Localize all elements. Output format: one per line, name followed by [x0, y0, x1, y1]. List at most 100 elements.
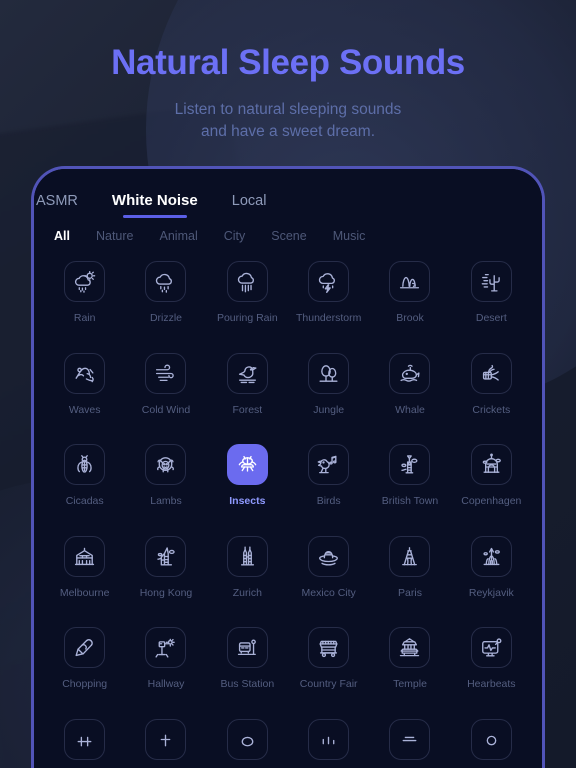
category-chip-scene[interactable]: Scene — [271, 229, 306, 243]
category-chip-animal[interactable]: Animal — [160, 229, 198, 243]
page-subtitle-line-2: and have a sweet dream. — [200, 123, 376, 141]
sound-tile-cold-wind[interactable]: Cold Wind — [125, 352, 206, 417]
sound-tile-hallway[interactable]: Hallway — [125, 627, 206, 691]
sound-tile-forest[interactable]: Forest — [207, 352, 288, 417]
sound-tile-drizzle[interactable]: Drizzle — [125, 261, 206, 325]
sound-tile-label: Country Fair — [299, 678, 358, 691]
sound-tile-label: Zurich — [232, 586, 262, 599]
sound-tile-british-town[interactable]: British Town — [369, 444, 450, 508]
cicada-icon — [64, 444, 106, 486]
app-screen: ASMR White Noise Local All Nature Animal City… — [34, 169, 542, 768]
sound-tile-rain[interactable]: Rain — [44, 261, 125, 325]
sound-tile-label: Insects — [229, 495, 266, 508]
melbourne-building-icon — [64, 535, 106, 577]
sound-tile-partial-32[interactable] — [125, 718, 206, 768]
sound-tile-waves[interactable]: Waves — [44, 352, 125, 417]
tab-asmr[interactable]: ASMR — [36, 193, 78, 215]
sound-tile-hong-kong[interactable]: Hong Kong — [125, 535, 206, 600]
sound-tile-label: Mexico City — [301, 586, 356, 599]
bus-station-icon — [226, 627, 268, 669]
sound-tile-cicadas[interactable]: Cicadas — [44, 444, 125, 508]
sound-tile-partial-34[interactable] — [288, 718, 369, 768]
tab-local[interactable]: Local — [232, 193, 267, 215]
forest-bird-icon — [226, 352, 268, 394]
sound-tile-label: Drizzle — [149, 312, 183, 324]
sound-grid-scroll-area[interactable]: Rain Drizzle Pouring Rain Thunderstorm Brook… — [34, 243, 542, 768]
sound-tile-bus-station[interactable]: Bus Station — [207, 627, 288, 691]
page-subtitle-line-1: Listen to natural sleeping sounds — [174, 100, 402, 118]
sound-tile-label: Reykjavik — [468, 586, 514, 599]
sound-tile-label: Melbourne — [59, 586, 110, 599]
category-chip-nature[interactable]: Nature — [96, 229, 134, 243]
sound-tile-label: Desert — [475, 312, 507, 324]
sound-grid: Rain Drizzle Pouring Rain Thunderstorm Brook… — [44, 261, 532, 768]
reykjavik-church-icon — [470, 535, 512, 577]
sound-tile-label: Hallway — [147, 678, 185, 691]
cloud-sun-rain-icon — [64, 261, 106, 302]
sound-tile-copenhagen[interactable]: Copenhagen — [451, 444, 532, 508]
sound-tile-reykjavik[interactable]: Reykjavik — [451, 535, 532, 600]
sound-tile-partial-33[interactable] — [207, 718, 288, 768]
sound-tile-label: Lambs — [150, 495, 182, 508]
sound-tile-brook[interactable]: Brook — [369, 261, 450, 325]
sound-tile-birds[interactable]: Birds — [288, 444, 369, 508]
category-filter-bar: All Nature Animal City Scene Music — [34, 215, 542, 243]
sound-tile-thunderstorm[interactable]: Thunderstorm — [288, 261, 369, 325]
sound-tile-label: Cicadas — [65, 495, 104, 508]
sound-tile-label: Birds — [316, 495, 341, 508]
brook-stream-icon — [389, 261, 431, 302]
heartbeat-monitor-icon — [470, 627, 512, 669]
sound-tile-label: Hearbeats — [467, 678, 516, 691]
page-subtitle: Listen to natural sleeping sounds and ha… — [0, 99, 576, 144]
sound-tile-hearbeats[interactable]: Hearbeats — [451, 627, 532, 691]
sound-tile-chopping[interactable]: Chopping — [44, 627, 125, 691]
sound-tile-partial-35[interactable] — [369, 718, 450, 768]
sound-tile-temple[interactable]: Temple — [369, 627, 450, 691]
sound-tile-melbourne[interactable]: Melbourne — [44, 535, 125, 600]
dome-building-icon — [470, 444, 512, 486]
sound-tile-desert[interactable]: Desert — [451, 261, 532, 325]
sound-tile-insects[interactable]: Insects — [207, 444, 288, 508]
sound-tile-mexico-city[interactable]: Mexico City — [288, 535, 369, 600]
sound-tile-whale[interactable]: Whale — [369, 352, 450, 417]
hallway-lamp-icon — [145, 627, 187, 669]
sound-tile-label: Thunderstorm — [295, 312, 362, 324]
sound-tile-zurich[interactable]: Zurich — [207, 535, 288, 600]
cloud-drizzle-icon — [145, 261, 187, 302]
temple-icon — [389, 627, 431, 669]
sound-tile-paris[interactable]: Paris — [369, 535, 450, 600]
sound-tile-partial-36[interactable] — [451, 718, 532, 768]
sound-tile-pouring-rain[interactable]: Pouring Rain — [207, 261, 288, 325]
sound-tile-label: Hong Kong — [139, 586, 193, 599]
hong-kong-tower-icon — [145, 535, 187, 577]
big-ben-icon — [389, 444, 431, 486]
bird-notes-icon — [308, 444, 350, 486]
sound-tile-label: Waves — [68, 403, 101, 416]
sound-tile-label: Rain — [73, 312, 96, 324]
cloud-heavy-rain-icon — [226, 261, 268, 302]
partial-row-icon-6 — [470, 718, 512, 760]
category-chip-music[interactable]: Music — [333, 229, 366, 243]
category-chip-all[interactable]: All — [54, 229, 70, 243]
sound-tile-partial-31[interactable] — [44, 718, 125, 768]
twin-towers-icon — [226, 535, 268, 577]
top-tab-bar: ASMR White Noise Local — [34, 169, 542, 215]
cricket-icon — [470, 352, 512, 394]
sound-tile-label: Paris — [398, 586, 422, 599]
sound-tile-label: Chopping — [62, 678, 108, 691]
cactus-icon — [470, 261, 512, 302]
sound-tile-label: Bus Station — [220, 678, 275, 691]
sound-tile-lambs[interactable]: Lambs — [125, 444, 206, 508]
sound-tile-country-fair[interactable]: Country Fair — [288, 627, 369, 691]
tab-white-noise[interactable]: White Noise — [112, 192, 198, 215]
sound-tile-jungle[interactable]: Jungle — [288, 352, 369, 417]
sound-tile-label: Forest — [232, 403, 263, 416]
phone-frame: ASMR White Noise Local All Nature Animal City… — [31, 166, 545, 768]
page-title: Natural Sleep Sounds — [111, 43, 465, 82]
sound-tile-label: Jungle — [313, 403, 345, 416]
sound-tile-crickets[interactable]: Crickets — [451, 352, 532, 417]
sound-tile-label: Pouring Rain — [216, 312, 278, 324]
partial-row-icon-5 — [389, 718, 431, 760]
sound-tile-label: Brook — [396, 312, 424, 324]
category-chip-city[interactable]: City — [224, 229, 246, 243]
